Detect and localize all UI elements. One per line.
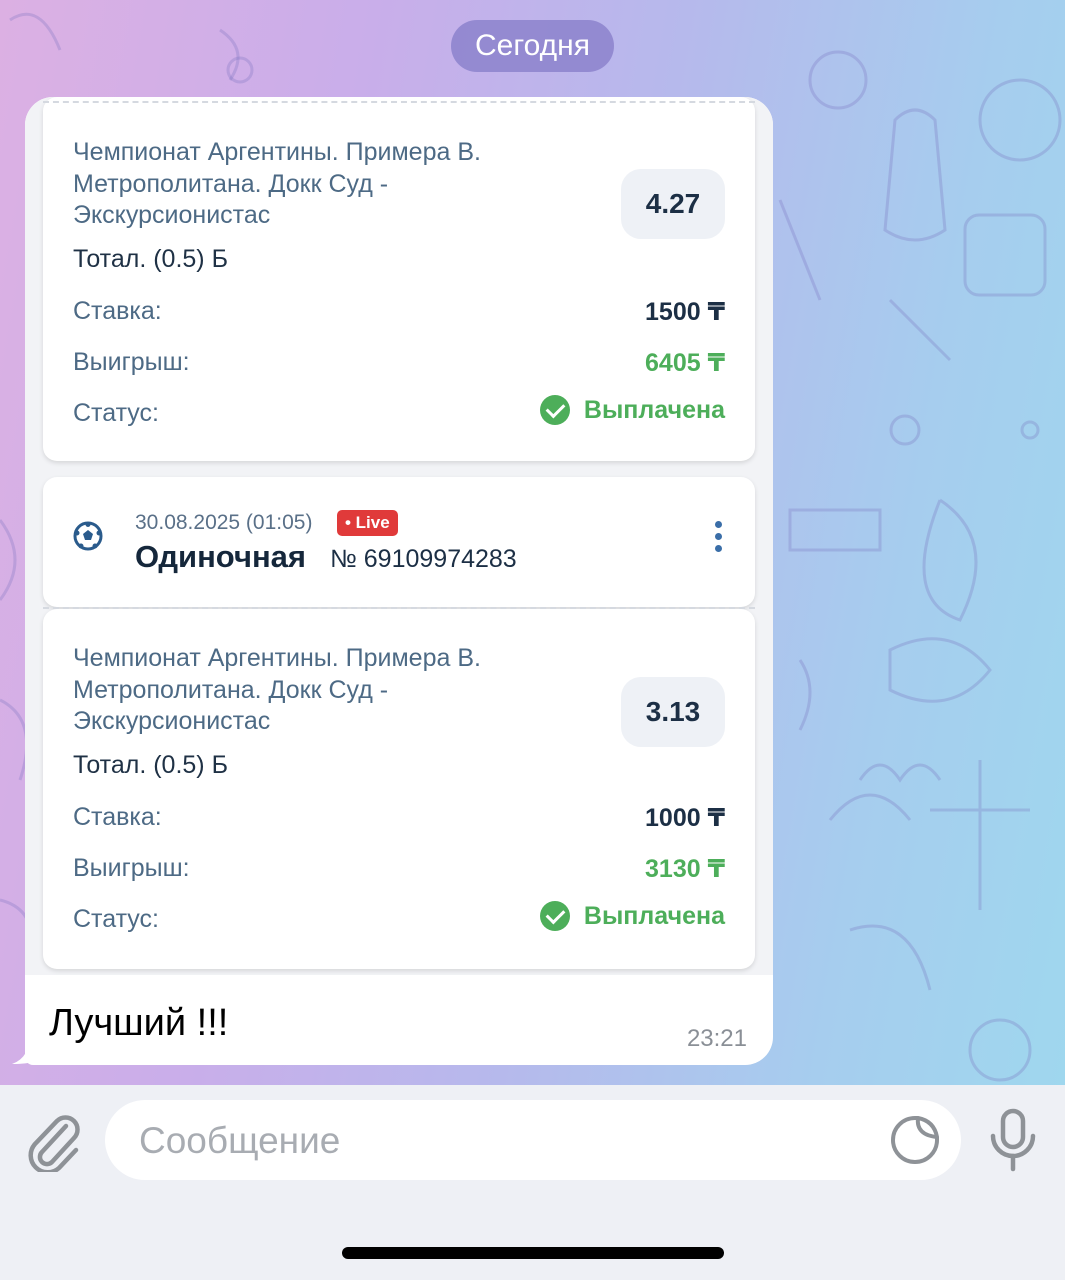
message-time: 23:21 <box>686 1025 747 1052</box>
event-title: Чемпионат Аргентины. Примера В. Метропол… <box>73 138 481 229</box>
soccer-ball-icon <box>73 521 103 551</box>
win-label: Выигрыш: <box>73 854 190 882</box>
stake-value: 1000 ₸ <box>645 804 725 832</box>
message-field[interactable] <box>105 1100 961 1182</box>
bet-card-1: Чемпионат Аргентины. Примера В. Метропол… <box>43 97 755 461</box>
message-input[interactable] <box>137 1100 881 1182</box>
card-divider <box>43 607 755 609</box>
card-divider <box>43 101 755 103</box>
home-indicator[interactable] <box>342 1247 724 1259</box>
bet-date: 30.08.2025 (01:05) <box>135 511 313 534</box>
win-value: 3130 ₸ <box>645 855 725 883</box>
bet-number: № 69109974283 <box>330 545 517 573</box>
bet-card-2: Чемпионат Аргентины. Примера В. Метропол… <box>43 607 755 969</box>
message-bubble[interactable]: Чемпионат Аргентины. Примера В. Метропол… <box>25 97 773 1065</box>
market-label: Тотал. (0.5) Б <box>73 751 228 779</box>
odds-button[interactable]: 3.13 <box>621 677 725 747</box>
microphone-icon[interactable] <box>988 1108 1038 1172</box>
status-text: Выплачена <box>583 901 725 930</box>
status-value: Выплачена <box>539 395 725 425</box>
status-label: Статус: <box>73 905 159 933</box>
message-text: Лучший !!! <box>49 1002 229 1044</box>
sticker-icon[interactable] <box>890 1115 940 1165</box>
check-circle-icon <box>539 395 570 425</box>
stake-label: Ставка: <box>73 297 162 325</box>
bet-header-card: 30.08.2025 (01:05) • Live Одиночная № 69… <box>43 477 755 607</box>
status-value: Выплачена <box>539 901 725 931</box>
check-circle-icon <box>539 901 570 931</box>
status-label: Статус: <box>73 399 159 427</box>
win-label: Выигрыш: <box>73 348 190 376</box>
event-title: Чемпионат Аргентины. Примера В. Метропол… <box>73 644 481 735</box>
stake-label: Ставка: <box>73 803 162 831</box>
date-separator: Сегодня <box>451 20 614 72</box>
bet-type: Одиночная <box>135 539 307 574</box>
more-vertical-icon[interactable] <box>713 521 723 555</box>
paperclip-icon[interactable] <box>26 1112 82 1172</box>
status-text: Выплачена <box>583 395 725 424</box>
market-label: Тотал. (0.5) Б <box>73 245 228 273</box>
odds-button[interactable]: 4.27 <box>621 169 725 239</box>
bet-screenshot[interactable]: Чемпионат Аргентины. Примера В. Метропол… <box>25 97 773 975</box>
live-badge: • Live <box>337 510 398 536</box>
win-value: 6405 ₸ <box>645 349 725 377</box>
stake-value: 1500 ₸ <box>645 298 725 326</box>
